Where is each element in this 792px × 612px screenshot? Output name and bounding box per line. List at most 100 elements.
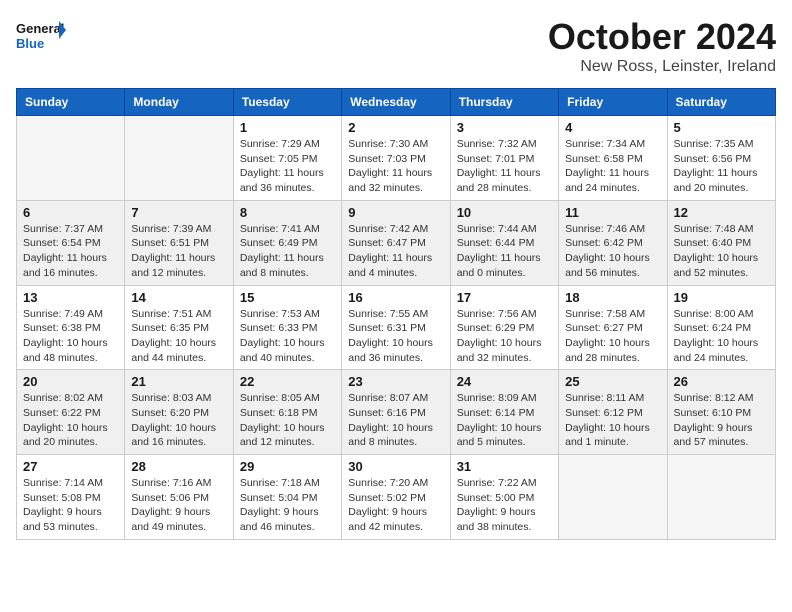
table-row [125,116,233,201]
day-info: Sunrise: 7:16 AM Sunset: 5:06 PM Dayligh… [131,476,226,535]
day-number: 8 [240,205,335,220]
day-number: 14 [131,290,226,305]
day-info: Sunrise: 8:12 AM Sunset: 6:10 PM Dayligh… [674,391,769,450]
table-row: 24 Sunrise: 8:09 AM Sunset: 6:14 PM Dayli… [450,370,558,455]
day-info: Sunrise: 8:05 AM Sunset: 6:18 PM Dayligh… [240,391,335,450]
day-number: 5 [674,120,769,135]
table-row: 8 Sunrise: 7:41 AM Sunset: 6:49 PM Daylig… [233,200,341,285]
table-row: 10Sunrise: 7:44 AM Sunset: 6:44 PM Dayli… [450,200,558,285]
day-info: Sunrise: 7:35 AM Sunset: 6:56 PM Dayligh… [674,137,769,196]
day-number: 11 [565,205,660,220]
table-row: 22Sunrise: 8:05 AM Sunset: 6:18 PM Dayli… [233,370,341,455]
table-row: 31Sunrise: 7:22 AM Sunset: 5:00 PM Dayli… [450,455,558,540]
day-number: 6 [23,205,118,220]
table-row: 25 Sunrise: 8:11 AM Sunset: 6:12 PM Dayli… [559,370,667,455]
day-info: Sunrise: 7:20 AM Sunset: 5:02 PM Dayligh… [348,476,443,535]
table-row: 14 Sunrise: 7:51 AM Sunset: 6:35 PM Dayli… [125,285,233,370]
day-number: 25 [565,374,660,389]
table-row: 6 Sunrise: 7:37 AM Sunset: 6:54 PM Daylig… [17,200,125,285]
day-info: Sunrise: 7:29 AM Sunset: 7:05 PM Dayligh… [240,137,335,196]
col-monday: Monday [125,89,233,116]
table-row: 18 Sunrise: 7:58 AM Sunset: 6:27 PM Dayli… [559,285,667,370]
day-info: Sunrise: 8:02 AM Sunset: 6:22 PM Dayligh… [23,391,118,450]
day-number: 31 [457,459,552,474]
day-number: 20 [23,374,118,389]
table-row: 3 Sunrise: 7:32 AM Sunset: 7:01 PM Daylig… [450,116,558,201]
day-info: Sunrise: 7:18 AM Sunset: 5:04 PM Dayligh… [240,476,335,535]
table-row: 11 Sunrise: 7:46 AM Sunset: 6:42 PM Dayli… [559,200,667,285]
day-number: 4 [565,120,660,135]
col-thursday: Thursday [450,89,558,116]
col-wednesday: Wednesday [342,89,450,116]
table-row: 26Sunrise: 8:12 AM Sunset: 6:10 PM Dayli… [667,370,775,455]
day-number: 29 [240,459,335,474]
header: General Blue October 2024 New Ross, Lein… [16,16,776,76]
table-row: 15 Sunrise: 7:53 AM Sunset: 6:33 PM Dayli… [233,285,341,370]
calendar-week-row: 27Sunrise: 7:14 AM Sunset: 5:08 PM Dayli… [17,455,776,540]
day-number: 1 [240,120,335,135]
day-info: Sunrise: 7:53 AM Sunset: 6:33 PM Dayligh… [240,307,335,366]
day-number: 10 [457,205,552,220]
table-row: 4 Sunrise: 7:34 AM Sunset: 6:58 PM Daylig… [559,116,667,201]
logo: General Blue [16,16,66,56]
table-row: 13 Sunrise: 7:49 AM Sunset: 6:38 PM Dayli… [17,285,125,370]
table-row: 2 Sunrise: 7:30 AM Sunset: 7:03 PM Daylig… [342,116,450,201]
calendar-week-row: 13 Sunrise: 7:49 AM Sunset: 6:38 PM Dayli… [17,285,776,370]
calendar-week-row: 6 Sunrise: 7:37 AM Sunset: 6:54 PM Daylig… [17,200,776,285]
calendar-header-row: Sunday Monday Tuesday Wednesday Thursday… [17,89,776,116]
table-row: 16Sunrise: 7:55 AM Sunset: 6:31 PM Dayli… [342,285,450,370]
day-number: 18 [565,290,660,305]
day-number: 19 [674,290,769,305]
day-info: Sunrise: 8:00 AM Sunset: 6:24 PM Dayligh… [674,307,769,366]
day-number: 12 [674,205,769,220]
day-number: 3 [457,120,552,135]
day-info: Sunrise: 7:46 AM Sunset: 6:42 PM Dayligh… [565,222,660,281]
location-title: New Ross, Leinster, Ireland [548,58,776,76]
calendar-week-row: 20 Sunrise: 8:02 AM Sunset: 6:22 PM Dayli… [17,370,776,455]
day-info: Sunrise: 7:42 AM Sunset: 6:47 PM Dayligh… [348,222,443,281]
table-row [559,455,667,540]
day-number: 30 [348,459,443,474]
day-info: Sunrise: 8:03 AM Sunset: 6:20 PM Dayligh… [131,391,226,450]
day-number: 13 [23,290,118,305]
day-info: Sunrise: 7:14 AM Sunset: 5:08 PM Dayligh… [23,476,118,535]
day-number: 15 [240,290,335,305]
table-row: 20 Sunrise: 8:02 AM Sunset: 6:22 PM Dayli… [17,370,125,455]
day-info: Sunrise: 7:41 AM Sunset: 6:49 PM Dayligh… [240,222,335,281]
table-row: 7 Sunrise: 7:39 AM Sunset: 6:51 PM Daylig… [125,200,233,285]
col-saturday: Saturday [667,89,775,116]
day-info: Sunrise: 7:49 AM Sunset: 6:38 PM Dayligh… [23,307,118,366]
day-info: Sunrise: 8:11 AM Sunset: 6:12 PM Dayligh… [565,391,660,450]
calendar: Sunday Monday Tuesday Wednesday Thursday… [16,88,776,540]
day-info: Sunrise: 7:32 AM Sunset: 7:01 PM Dayligh… [457,137,552,196]
table-row: 1 Sunrise: 7:29 AM Sunset: 7:05 PM Daylig… [233,116,341,201]
svg-text:General: General [16,21,64,36]
table-row: 21 Sunrise: 8:03 AM Sunset: 6:20 PM Dayli… [125,370,233,455]
day-info: Sunrise: 7:39 AM Sunset: 6:51 PM Dayligh… [131,222,226,281]
day-info: Sunrise: 7:58 AM Sunset: 6:27 PM Dayligh… [565,307,660,366]
calendar-week-row: 1 Sunrise: 7:29 AM Sunset: 7:05 PM Daylig… [17,116,776,201]
day-info: Sunrise: 7:51 AM Sunset: 6:35 PM Dayligh… [131,307,226,366]
col-tuesday: Tuesday [233,89,341,116]
table-row: 28Sunrise: 7:16 AM Sunset: 5:06 PM Dayli… [125,455,233,540]
table-row: 19 Sunrise: 8:00 AM Sunset: 6:24 PM Dayli… [667,285,775,370]
day-number: 9 [348,205,443,220]
col-friday: Friday [559,89,667,116]
day-number: 21 [131,374,226,389]
month-title: October 2024 [548,16,776,58]
day-info: Sunrise: 7:37 AM Sunset: 6:54 PM Dayligh… [23,222,118,281]
table-row [17,116,125,201]
table-row: 30 Sunrise: 7:20 AM Sunset: 5:02 PM Dayli… [342,455,450,540]
svg-text:Blue: Blue [16,36,44,51]
day-info: Sunrise: 7:34 AM Sunset: 6:58 PM Dayligh… [565,137,660,196]
day-info: Sunrise: 7:30 AM Sunset: 7:03 PM Dayligh… [348,137,443,196]
day-number: 24 [457,374,552,389]
table-row: 17Sunrise: 7:56 AM Sunset: 6:29 PM Dayli… [450,285,558,370]
table-row: 12Sunrise: 7:48 AM Sunset: 6:40 PM Dayli… [667,200,775,285]
day-info: Sunrise: 8:09 AM Sunset: 6:14 PM Dayligh… [457,391,552,450]
day-number: 7 [131,205,226,220]
day-info: Sunrise: 8:07 AM Sunset: 6:16 PM Dayligh… [348,391,443,450]
table-row [667,455,775,540]
day-number: 2 [348,120,443,135]
table-row: 9 Sunrise: 7:42 AM Sunset: 6:47 PM Daylig… [342,200,450,285]
